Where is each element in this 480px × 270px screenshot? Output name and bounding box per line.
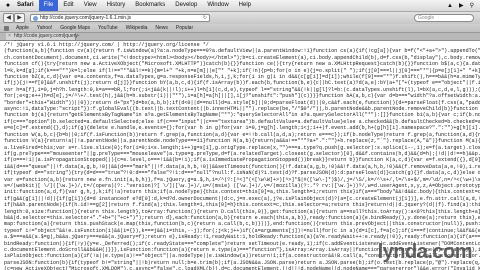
search-field[interactable]: Google: [414, 14, 474, 22]
tab-bar: × http://code.jquery.com/jquery-1.6.1.mi…: [0, 33, 480, 46]
menu-item-history[interactable]: History: [102, 0, 131, 11]
menu-item-develop[interactable]: Develop: [170, 0, 202, 11]
bookmark-item[interactable]: YouTube: [94, 25, 122, 31]
menu-item-window[interactable]: Window: [202, 0, 233, 11]
code-line: function V(a){return!a||!a.parentNode||a…: [4, 138, 480, 145]
menu-item-help[interactable]: Help: [234, 0, 256, 11]
bookmarks-bar: Apple Yahoo! Google Maps YouTube Wikiped…: [0, 24, 480, 33]
browser-toolbar: ◀ ▶ http://code.jquery.com/jquery-1.6.1.…: [0, 12, 480, 24]
code-line: if(o===!1||a.isPropagationStopped()){c=e…: [4, 157, 480, 164]
source-code-text: /*! jQuery v1.6.1 http://jquery.com/ | h…: [0, 41, 480, 270]
spotlight-icon[interactable]: ⚲: [470, 2, 474, 9]
code-line: if(h&&h.parentNode){if(h.id!==g[2])retur…: [4, 202, 480, 209]
code-line: (c=new ActiveXObject("Microsoft.XMLDOM")…: [4, 266, 480, 270]
wifi-icon[interactable]: ▲: [447, 3, 453, 9]
back-button[interactable]: ◀: [3, 13, 14, 23]
code-line: function cf(){try{return new a.ActiveXOb…: [4, 61, 480, 68]
code-line: map:function(a){return this.pushStack(e.…: [4, 221, 480, 228]
bookmark-item[interactable]: Apple: [12, 25, 33, 31]
site-icon: [33, 15, 38, 21]
bookmark-item[interactable]: Popular: [172, 25, 197, 31]
menu-item-view[interactable]: View: [79, 0, 102, 11]
reading-list-icon[interactable]: [4, 25, 9, 31]
status-menu-area: ▲ ▶ ⚲: [447, 2, 480, 10]
watermark-logo: lynda.com: [377, 241, 473, 264]
tab-jquery[interactable]: × http://code.jquery.com/jquery-1.6.1.mi…: [6, 33, 80, 46]
reload-icon[interactable]: ↻: [203, 15, 207, 21]
code-line: a.$===e&&(a.$=g),b&&a.jQuery===e&&(a.jQu…: [4, 234, 480, 241]
page-content[interactable]: /*! jQuery v1.6.1 http://jquery.com/ | h…: [0, 41, 480, 270]
code-line: var e=function(a,b){return new e.fn.init…: [4, 176, 480, 183]
code-line: init:function(a,d,f){var g,h,j,k;if(!a)r…: [4, 189, 480, 196]
bookmark-item[interactable]: News: [151, 25, 172, 31]
watermark-text: lynda.com: [377, 241, 473, 263]
forward-button[interactable]: ▶: [14, 13, 25, 23]
menu-item-file[interactable]: File: [38, 0, 59, 11]
menu-item-safari[interactable]: Safari: [12, 0, 39, 11]
code-line: for(;e<g;e++)h=d[e],j=/^\+/.test(h),j&&(…: [4, 93, 480, 100]
code-line: a.liveFired=this;var s=r.live.slice(0);f…: [4, 144, 480, 151]
close-tab-icon[interactable]: ×: [8, 33, 11, 40]
menu-item-edit[interactable]: Edit: [58, 0, 78, 11]
bookmark-item[interactable]: Yahoo!: [33, 25, 56, 31]
menu-bar: ● Safari File Edit View History Bookmark…: [0, 0, 480, 12]
address-url: http://code.jquery.com/jquery-1.6.1.min.…: [40, 15, 132, 21]
code-line: if(typeof d=="string"){try{d=d==="true"?…: [4, 170, 480, 177]
code-line: (function(a,b){function cv(a){return f.i…: [4, 48, 480, 55]
code-line: function bj(a){return"getElementsByTagNa…: [4, 112, 480, 119]
code-line: if(j){j!==f[0]&&f.unshift(j);return d[j]…: [4, 80, 480, 87]
address-bar[interactable]: http://code.jquery.com/jquery-1.6.1.min.…: [30, 14, 210, 22]
apple-menu-icon[interactable]: ●: [4, 2, 12, 9]
menu-item-bookmarks[interactable]: Bookmarks: [130, 0, 170, 11]
volume-icon[interactable]: ▶: [459, 2, 464, 9]
bookmark-item[interactable]: Wikipedia: [122, 25, 152, 31]
search-placeholder: Google: [418, 15, 435, 21]
code-line: e=e[c]=f.extend({},d);if(g){delete e.han…: [4, 125, 480, 132]
bookmark-item[interactable]: Google Maps: [56, 25, 94, 31]
